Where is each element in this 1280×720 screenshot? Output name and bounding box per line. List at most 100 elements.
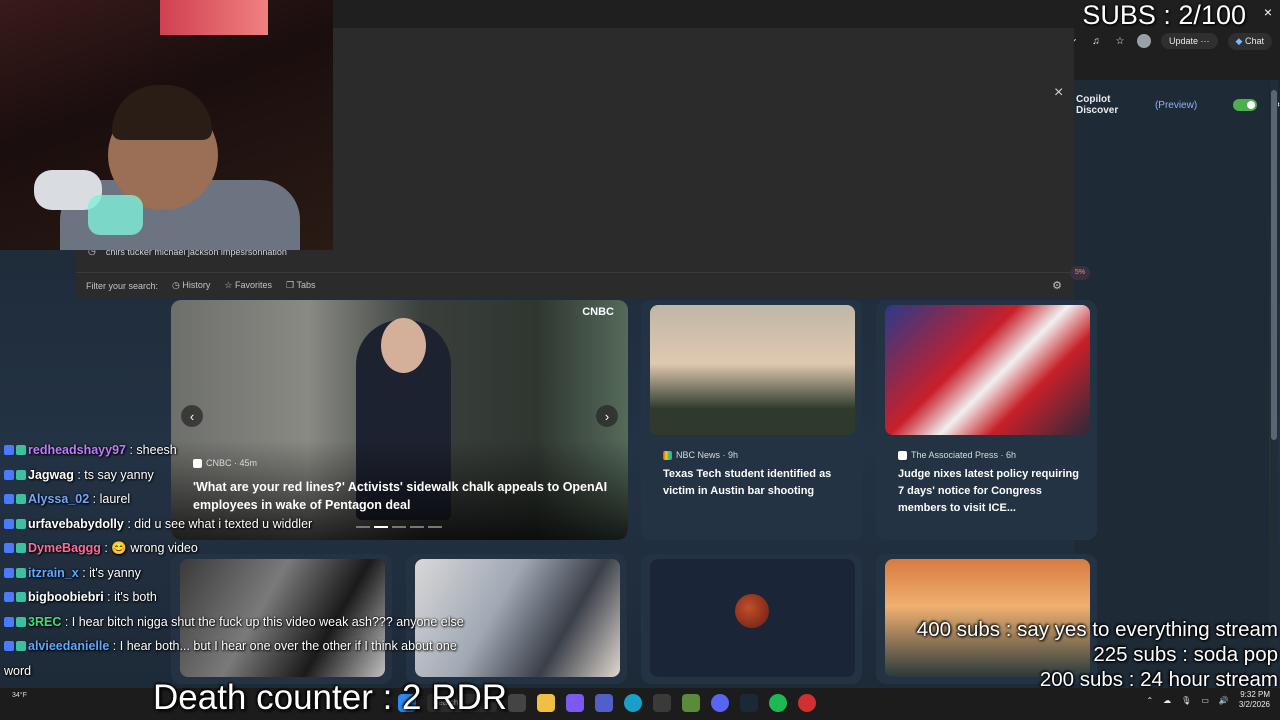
settings-gear-icon[interactable]: ⚙ (1052, 279, 1062, 292)
chat-text: : did u see what i texted u widdler (127, 516, 313, 531)
sub-goals: 400 subs : say yes to everything stream … (917, 617, 1278, 692)
news-card-ap[interactable]: The Associated Press · 6h Judge nixes la… (876, 300, 1097, 540)
update-label: Update (1169, 36, 1199, 46)
subs-counter: SUBS : 2/100 (1082, 0, 1246, 30)
chat-badge-icon (4, 469, 14, 480)
clock-date: 3/2/2026 (1238, 700, 1270, 709)
chat-text: : ts say yanny (77, 467, 154, 482)
history-icon: ◷ (172, 280, 180, 290)
chat-label: Chat (1244, 35, 1264, 46)
copilot-toggle[interactable] (1233, 99, 1258, 111)
profile-avatar[interactable] (1137, 34, 1151, 48)
store-icon[interactable] (653, 694, 671, 712)
steam-icon[interactable] (740, 694, 758, 712)
music-icon[interactable]: ♫ (1089, 34, 1103, 48)
news-headline[interactable]: Judge nixes latest policy requiring 7 da… (898, 466, 1083, 517)
ap-logo-icon (898, 450, 907, 460)
nbc-logo-icon (663, 450, 672, 460)
webcam-person-hair (112, 85, 212, 140)
news-card[interactable] (641, 554, 862, 684)
star-icon: ☆ (224, 280, 233, 290)
scrollbar-thumb[interactable] (1271, 90, 1277, 440)
filter-favorites[interactable]: ☆ Favorites (224, 280, 272, 291)
copilot-discover-header: Copilot Discover (Preview) ⚙ (1076, 94, 1280, 116)
sub-goal-line: 400 subs : say yes to everything stream (916, 618, 1278, 641)
chat-username[interactable]: alvieedanielle (28, 639, 109, 653)
filter-history[interactable]: ◷ History (172, 280, 210, 291)
chat-badge-icon (4, 592, 14, 602)
filter-tabs-label: Tabs (296, 280, 316, 290)
favorites-icon[interactable]: ☆ (1113, 34, 1127, 48)
chat-username[interactable]: bigboobiebri (28, 590, 104, 604)
sub-goal-line: 225 subs : soda pop (1093, 643, 1278, 666)
copilot-app-icon[interactable] (566, 694, 584, 712)
filter-favorites-label: Favorites (235, 280, 273, 290)
volume-icon[interactable]: 🔊 (1219, 696, 1229, 705)
chat-badge-icon (4, 567, 14, 578)
taskbar-clock[interactable]: 9:32 PM 3/2/2026 (1239, 690, 1270, 710)
chat-text: : laurel (92, 492, 131, 506)
copilot-sidebar (1074, 80, 1269, 688)
spotify-icon[interactable] (769, 694, 787, 712)
discord-icon[interactable] (711, 694, 729, 712)
task-view-icon[interactable] (508, 694, 526, 712)
search-filter-bar: Filter your search: ◷ History ☆ Favorite… (76, 272, 1074, 298)
window-close-icon[interactable]: × (1264, 4, 1272, 20)
chat-badge-icon (16, 494, 26, 504)
news-source: NBC News · 9h (663, 450, 738, 460)
filter-label: Filter your search: (86, 280, 159, 291)
teams-icon[interactable] (595, 694, 613, 712)
chat-text: : I hear bitch nigga shut the fuck up th… (64, 614, 464, 629)
chat-text: : it's yanny (82, 565, 141, 580)
update-button[interactable]: Update ··· (1161, 33, 1218, 49)
chat-badge-icon (16, 518, 26, 529)
stream-chat: redheadshayy97 : sheesh Jagwag : ts say y… (4, 438, 484, 708)
chat-badge-icon (4, 494, 14, 504)
chat-username[interactable]: urfavebabydolly (28, 517, 124, 531)
news-source-text: NBC News · 9h (676, 450, 739, 460)
chat-username[interactable]: itzrain_x (28, 566, 79, 580)
edge-icon[interactable] (624, 694, 642, 712)
chat-username[interactable]: Alyssa_02 (28, 492, 89, 506)
tray-chevron-icon[interactable]: ⌃ (1146, 696, 1153, 705)
chat-text: : 😊 wrong video (104, 541, 198, 555)
chat-badge-icon (16, 543, 26, 553)
chat-message: bigboobiebri : it's both (4, 585, 484, 610)
chat-username[interactable]: redheadshayy97 (28, 443, 126, 457)
chat-username[interactable]: DymeBaggg (28, 541, 101, 555)
chat-message: Jagwag : ts say yanny (4, 463, 484, 488)
tabs-icon: ❐ (286, 280, 295, 290)
recording-app-icon[interactable] (798, 694, 816, 712)
chat-badge-icon (4, 641, 14, 651)
news-headline[interactable]: Texas Tech student identified as victim … (663, 466, 848, 500)
mic-icon[interactable]: 🎙 (1181, 696, 1191, 705)
chat-badge-icon (4, 543, 14, 553)
weather-widget[interactable]: 34°F (12, 692, 27, 699)
chat-badge-icon (16, 445, 26, 455)
cloud-icon[interactable]: ☁ (1163, 696, 1171, 705)
chat-badge-icon (16, 592, 26, 602)
chat-message: urfavebabydolly : did u see what i texte… (4, 512, 484, 537)
copilot-chat-button[interactable]: ◆ Chat (1227, 32, 1272, 50)
copilot-title: Copilot Discover (1076, 94, 1119, 116)
webcam-feed (0, 0, 333, 250)
carousel-prev-button[interactable]: ‹ (181, 405, 203, 427)
partial-badge: 5% (1070, 266, 1090, 280)
app-icon[interactable] (682, 694, 700, 712)
news-thumbnail (885, 305, 1090, 435)
chat-badge-icon (16, 469, 26, 480)
news-card-nbc[interactable]: NBC News · 9h Texas Tech student identif… (641, 300, 862, 540)
file-explorer-icon[interactable] (537, 694, 555, 712)
microphone-light (88, 195, 143, 235)
network-icon[interactable]: ▭ (1201, 696, 1209, 705)
webcam-background-light (160, 0, 268, 35)
filter-tabs[interactable]: ❐ Tabs (286, 280, 315, 291)
death-counter: Death counter : 2 RDR (153, 678, 508, 717)
carousel-next-button[interactable]: › (596, 405, 618, 427)
chat-text: : sheesh (129, 443, 177, 457)
chat-message: 3REC : I hear bitch nigga shut the fuck … (4, 610, 484, 635)
chat-username[interactable]: Jagwag (28, 468, 74, 482)
chat-badge-icon (4, 518, 14, 529)
cnbc-logo: CNBC (582, 306, 614, 318)
chat-username[interactable]: 3REC (28, 615, 61, 629)
